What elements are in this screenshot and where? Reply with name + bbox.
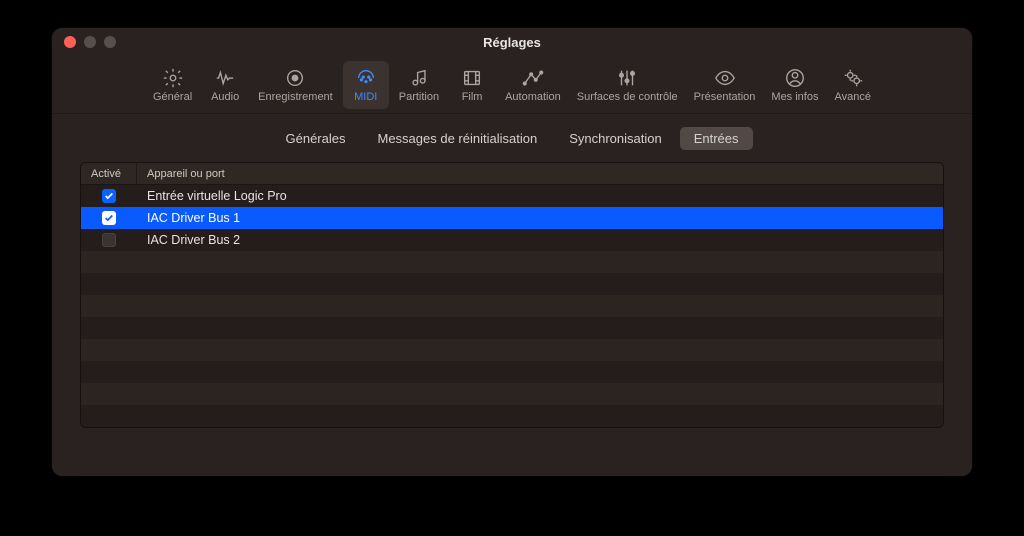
toolbar-tab-label: Automation — [505, 91, 561, 103]
subtab-reset[interactable]: Messages de réinitialisation — [363, 127, 551, 150]
column-header-enabled[interactable]: Activé — [81, 163, 137, 184]
toolbar-tab-myinfo[interactable]: Mes infos — [765, 61, 824, 109]
midi-icon — [355, 67, 377, 89]
general-icon — [162, 67, 184, 89]
toolbar-tab-score[interactable]: Partition — [393, 61, 445, 109]
close-window-button[interactable] — [64, 36, 76, 48]
advanced-icon — [842, 67, 864, 89]
table-row[interactable]: Entrée virtuelle Logic Pro — [81, 185, 943, 207]
enabled-checkbox[interactable] — [102, 233, 116, 247]
row-enabled-cell — [81, 189, 137, 203]
toolbar-tab-label: Mes infos — [771, 91, 818, 103]
table-row-empty — [81, 251, 943, 273]
toolbar-tab-general[interactable]: Général — [147, 61, 198, 109]
enabled-checkbox[interactable] — [102, 211, 116, 225]
subtab-segmented-control: GénéralesMessages de réinitialisationSyn… — [270, 127, 755, 150]
table-row-empty — [81, 383, 943, 405]
column-header-device[interactable]: Appareil ou port — [137, 168, 943, 180]
table-row-empty — [81, 317, 943, 339]
table-row-empty — [81, 273, 943, 295]
toolbar-tab-display[interactable]: Présentation — [688, 61, 762, 109]
window-title: Réglages — [52, 35, 972, 50]
table-row-empty — [81, 339, 943, 361]
subtab-inputs[interactable]: Entrées — [680, 127, 753, 150]
toolbar-tab-recording[interactable]: Enregistrement — [252, 61, 339, 109]
subtab-generales[interactable]: Générales — [272, 127, 360, 150]
titlebar: Réglages — [52, 28, 972, 56]
settings-window: Réglages Général Audio Enregistrement MIDI P… — [52, 28, 972, 476]
subtab-sync[interactable]: Synchronisation — [555, 127, 676, 150]
toolbar-tab-label: Avancé — [834, 91, 871, 103]
row-device-name: IAC Driver Bus 1 — [137, 211, 943, 225]
enabled-checkbox[interactable] — [102, 189, 116, 203]
row-device-name: Entrée virtuelle Logic Pro — [137, 189, 943, 203]
toolbar-tab-label: Partition — [399, 91, 439, 103]
toolbar-tab-label: MIDI — [354, 91, 377, 103]
table-row[interactable]: IAC Driver Bus 2 — [81, 229, 943, 251]
window-controls — [64, 36, 116, 48]
toolbar-tab-audio[interactable]: Audio — [202, 61, 248, 109]
toolbar-tab-film[interactable]: Film — [449, 61, 495, 109]
row-enabled-cell — [81, 233, 137, 247]
zoom-window-button[interactable] — [104, 36, 116, 48]
toolbar-tab-advanced[interactable]: Avancé — [828, 61, 877, 109]
recording-icon — [284, 67, 306, 89]
table-row[interactable]: IAC Driver Bus 1 — [81, 207, 943, 229]
film-icon — [461, 67, 483, 89]
toolbar-tab-midi[interactable]: MIDI — [343, 61, 389, 109]
surfaces-icon — [616, 67, 638, 89]
table-row-empty — [81, 405, 943, 427]
toolbar-tab-surfaces[interactable]: Surfaces de contrôle — [571, 61, 684, 109]
display-icon — [714, 67, 736, 89]
table-row-empty — [81, 361, 943, 383]
subtab-row: GénéralesMessages de réinitialisationSyn… — [52, 114, 972, 162]
toolbar-tab-label: Film — [462, 91, 483, 103]
toolbar-tab-automation[interactable]: Automation — [499, 61, 567, 109]
row-enabled-cell — [81, 211, 137, 225]
table-body: Entrée virtuelle Logic Pro IAC Driver Bus… — [81, 185, 943, 427]
preferences-toolbar: Général Audio Enregistrement MIDI Partition F… — [52, 56, 972, 114]
score-icon — [408, 67, 430, 89]
toolbar-tab-label: Présentation — [694, 91, 756, 103]
table-header: Activé Appareil ou port — [81, 163, 943, 185]
table-row-empty — [81, 295, 943, 317]
myinfo-icon — [784, 67, 806, 89]
midi-inputs-table: Activé Appareil ou port Entrée virtuelle… — [80, 162, 944, 428]
toolbar-tab-label: Surfaces de contrôle — [577, 91, 678, 103]
toolbar-tab-label: Général — [153, 91, 192, 103]
minimize-window-button[interactable] — [84, 36, 96, 48]
toolbar-tab-label: Enregistrement — [258, 91, 333, 103]
audio-icon — [214, 67, 236, 89]
automation-icon — [522, 67, 544, 89]
row-device-name: IAC Driver Bus 2 — [137, 233, 943, 247]
toolbar-tab-label: Audio — [211, 91, 239, 103]
